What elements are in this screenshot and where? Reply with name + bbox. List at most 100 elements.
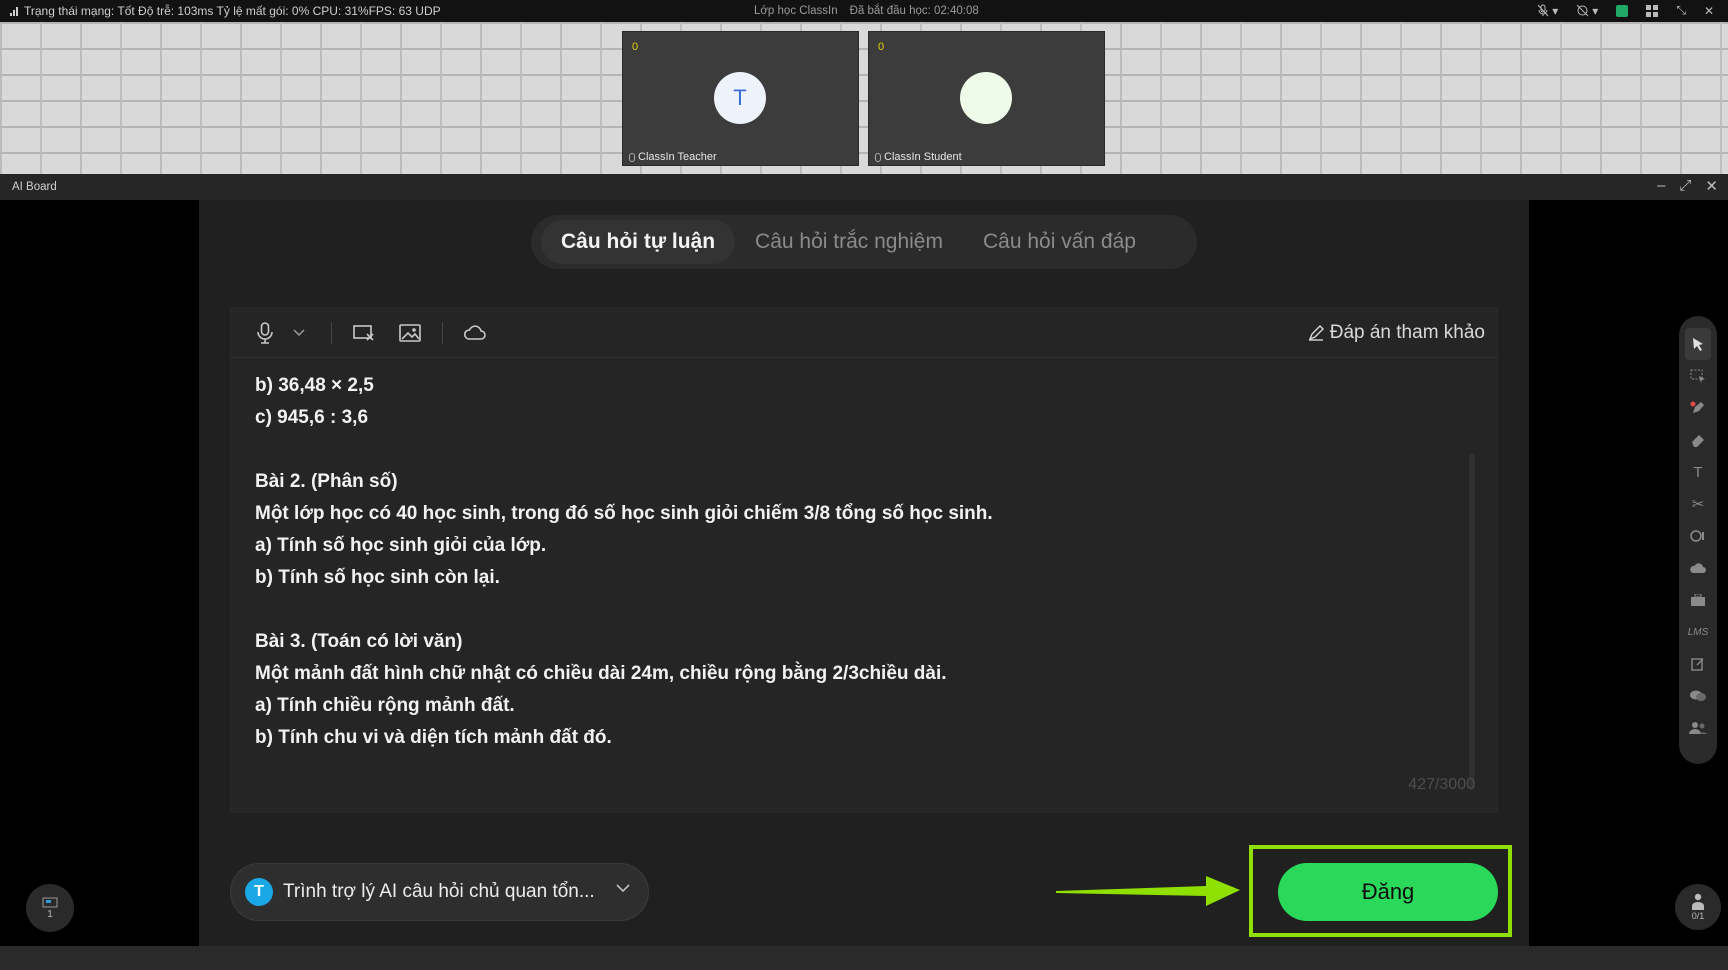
mic-icon (875, 152, 881, 162)
lms-icon: LMS (1687, 626, 1709, 638)
share-screen-icon (1616, 4, 1629, 17)
image-upload-button[interactable] (398, 321, 422, 345)
eraser-icon (1692, 435, 1704, 447)
classin-window: Trạng thái mạng: Tốt Độ trễ: 103ms Tỷ lệ… (0, 0, 1728, 970)
tab-oral[interactable]: Câu hỏi vấn đáp (963, 220, 1156, 264)
eraser-tool[interactable] (1685, 424, 1711, 456)
text-line: b) Tính số học sinh còn lại. (255, 567, 500, 588)
assistant-label: Trình trợ lý AI câu hỏi chủ quan tổn... (283, 881, 595, 902)
whiteboard-tool-rail: T ✂ LMS (1679, 316, 1717, 764)
chevron-down-icon: ▾ (1592, 3, 1599, 18)
video-tile-teacher[interactable]: 0 T ClassIn Teacher (622, 31, 859, 166)
chat-tool[interactable] (1685, 680, 1711, 712)
users-tool[interactable] (1685, 712, 1711, 744)
seat-count: 0/1 (1691, 911, 1705, 921)
shape-tool[interactable] (1685, 520, 1711, 552)
pen-tool[interactable] (1685, 392, 1711, 424)
cursor-tool[interactable] (1685, 328, 1711, 360)
editor-scrollbar[interactable] (1469, 454, 1475, 790)
network-status-text: Trạng thái mạng: Tốt Độ trễ: 103ms Tỷ lệ… (24, 4, 441, 18)
text-line: Bài 2. (Phân số) (255, 471, 398, 492)
toolbar-divider (442, 321, 443, 344)
camera-off-icon (1576, 4, 1589, 17)
reward-count: 0 (632, 41, 639, 53)
text-tool[interactable]: T (1685, 456, 1711, 488)
ai-assistant-selector[interactable]: T Trình trợ lý AI câu hỏi chủ quan tổn..… (230, 863, 649, 921)
close-icon[interactable]: ✕ (1705, 177, 1718, 195)
avatar (960, 72, 1012, 124)
signal-icon (10, 6, 18, 16)
screen-share-button[interactable] (1616, 4, 1629, 17)
class-info: Lớp học ClassIn Đã bắt đầu học: 02:40:08 (754, 5, 979, 17)
chat-icon (1690, 690, 1706, 701)
cloud-icon (1690, 563, 1706, 573)
mic-mute-toggle[interactable]: ▾ (1537, 4, 1558, 18)
edit-tool[interactable] (1685, 648, 1711, 680)
cloud-icon (463, 324, 486, 340)
scissors-tool[interactable]: ✂ (1685, 488, 1711, 520)
microphone-button[interactable] (253, 321, 277, 345)
text-line: b) 36,48 × 2,5 (255, 375, 374, 396)
toolbox-tool[interactable] (1685, 584, 1711, 616)
grid-icon (1646, 4, 1659, 17)
restore-icon[interactable]: ⤢ (1679, 177, 1691, 195)
edit-icon (1691, 658, 1704, 671)
text-line: a) Tính số học sinh giỏi của lớp. (255, 535, 547, 556)
question-editor[interactable]: Đáp án tham khảo b) 36,48 × 2,5 c) 945,6… (230, 307, 1498, 813)
participant-name: ClassIn Teacher (629, 151, 717, 163)
avatar-letter: T (733, 85, 747, 110)
text-line: b) Tính chu vi và diện tích mảnh đất đó. (255, 727, 612, 748)
microphone-icon (257, 321, 273, 344)
camera-toggle[interactable]: ▾ (1576, 4, 1598, 18)
editor-toolbar: Đáp án tham khảo (231, 308, 1497, 358)
cloud-tool[interactable] (1685, 552, 1711, 584)
chevron-down-icon (293, 328, 305, 336)
network-status: Trạng thái mạng: Tốt Độ trễ: 103ms Tỷ lệ… (10, 4, 441, 18)
reference-answer-label: Đáp án tham khảo (1329, 322, 1485, 343)
tab-multiple-choice[interactable]: Câu hỏi trắc nghiệm (735, 220, 963, 264)
chevron-down-icon: ▾ (1552, 3, 1559, 18)
fullscreen-button[interactable]: ⤡ (1676, 3, 1686, 18)
text-line: Một mảnh đất hình chữ nhật có chiều dài … (255, 663, 947, 684)
reference-answer-button[interactable]: Đáp án tham khảo (1308, 322, 1485, 344)
minimize-icon[interactable]: – (1657, 177, 1665, 195)
close-icon: ✕ (1703, 3, 1714, 18)
screenshot-icon (353, 324, 374, 341)
page-number: 1 (47, 908, 53, 920)
status-bar: Trạng thái mạng: Tốt Độ trễ: 103ms Tỷ lệ… (0, 0, 1728, 22)
text-line: Một lớp học có 40 học sinh, trong đó số … (255, 503, 993, 524)
selector-tool[interactable] (1685, 360, 1711, 392)
video-tile-student[interactable]: 0 ClassIn Student (868, 31, 1105, 166)
selector-icon (1690, 369, 1705, 383)
annotation-arrow-icon (1056, 876, 1240, 906)
question-text[interactable]: b) 36,48 × 2,5 c) 945,6 : 3,6 Bài 2. (Ph… (255, 370, 1455, 754)
board-title: AI Board (12, 181, 57, 193)
bottom-bar (0, 946, 1728, 970)
text-icon: T (1693, 463, 1703, 481)
mic-icon (629, 152, 635, 162)
close-button[interactable]: ✕ (1704, 4, 1714, 18)
shape-icon (1690, 530, 1704, 542)
seat-indicator-button[interactable]: 0/1 (1675, 884, 1721, 930)
slide-icon (42, 897, 58, 907)
tab-essay[interactable]: Câu hỏi tự luận (541, 220, 736, 264)
post-button[interactable]: Đăng (1278, 863, 1498, 921)
board-window-controls: – ⤢ ✕ (1657, 177, 1718, 195)
page-indicator-button[interactable]: 1 (26, 884, 74, 932)
voice-options-dropdown[interactable] (287, 321, 311, 345)
question-type-tabs: Câu hỏi tự luận Câu hỏi trắc nghiệm Câu … (531, 215, 1197, 269)
text-line (255, 434, 1455, 466)
reward-count: 0 (878, 41, 885, 53)
cursor-icon (1693, 338, 1703, 351)
screenshot-button[interactable] (352, 321, 376, 345)
lms-tool[interactable]: LMS (1685, 616, 1711, 648)
expand-icon: ⤡ (1676, 3, 1686, 17)
cloud-drive-button[interactable] (463, 321, 487, 345)
layout-button[interactable] (1646, 4, 1659, 17)
toolbox-icon (1691, 593, 1705, 606)
chevron-down-icon (616, 884, 630, 893)
assistant-avatar: T (245, 878, 273, 906)
users-icon (1689, 722, 1707, 734)
text-line: c) 945,6 : 3,6 (255, 407, 369, 428)
pen-icon (1690, 401, 1704, 413)
